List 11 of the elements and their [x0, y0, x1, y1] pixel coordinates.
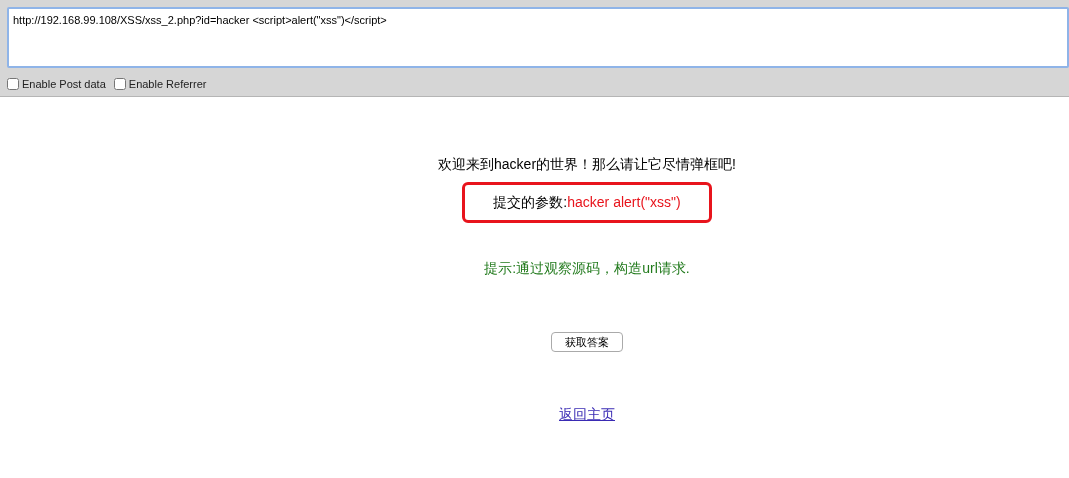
- param-label: 提交的参数:: [493, 193, 568, 210]
- option-label[interactable]: Enable Post data: [22, 76, 106, 93]
- checkbox[interactable]: [7, 78, 19, 91]
- home-link[interactable]: 返回主页: [559, 404, 615, 425]
- answer-button[interactable]: 获取答案: [551, 331, 623, 352]
- option-label[interactable]: Enable Referrer: [128, 76, 207, 93]
- hint-text: 提示:通过观察源码，构造url请求.: [484, 258, 690, 278]
- welcome-text: 欢迎来到hacker的世界！那么请让它尽情弹框吧!: [438, 154, 736, 174]
- param-value: hacker alert("xss"): [567, 193, 681, 210]
- checkbox[interactable]: [113, 78, 126, 91]
- url-field[interactable]: http://192.168.99.108/XSS/xss_2.php?id=hacker <script>alert("xss")</script>: [7, 7, 1069, 68]
